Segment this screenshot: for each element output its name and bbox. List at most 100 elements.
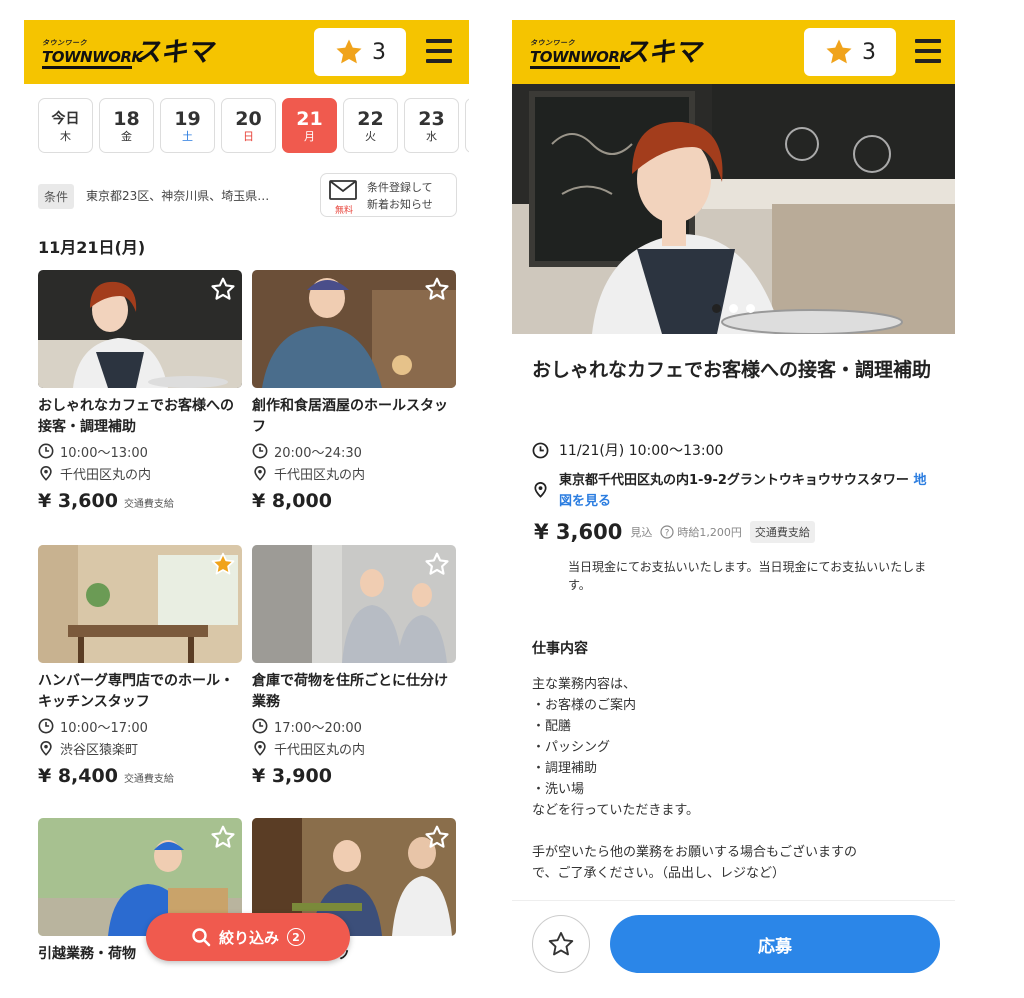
- date-weekday: 金: [121, 129, 132, 143]
- job-card-price-row: ¥ 3,600 交通費支給: [38, 490, 242, 512]
- notify-subscribe-button[interactable]: 無料 条件登録して 新着お知らせ: [320, 173, 457, 217]
- app-header: タウンワーク TOWNWORK スキマ 3: [24, 20, 469, 84]
- conditions-text[interactable]: 東京都23区、神奈川県、埼玉県…: [86, 187, 311, 204]
- job-card-place: 千代田区丸の内: [274, 742, 366, 758]
- job-card-price: ¥ 3,600: [38, 490, 118, 512]
- job-card[interactable]: ハンバーグ専門店でのホール・キッチンスタッフ 10:00〜17:00 渋谷区猿楽町 ¥…: [38, 545, 242, 787]
- location-pin-icon: [254, 741, 266, 756]
- price-estimate-label: 見込: [630, 526, 653, 539]
- job-card-place: 千代田区丸の内: [60, 467, 152, 483]
- star-outline-icon[interactable]: [424, 276, 450, 302]
- job-photo-carousel[interactable]: [512, 84, 955, 334]
- carousel-dot-1[interactable]: [712, 304, 721, 313]
- date-chip-overflow[interactable]: [465, 98, 469, 153]
- transport-tag: 交通費支給: [749, 521, 815, 543]
- carousel-dot-2[interactable]: [729, 304, 738, 313]
- job-card-title: 倉庫で荷物を住所ごとに仕分け業務: [252, 673, 448, 710]
- date-selector: 今日木 18 金 19 土 20 日 21 月 22 火 23 水: [38, 98, 469, 154]
- star-outline-icon[interactable]: [424, 551, 450, 577]
- star-outline-icon: [548, 931, 574, 956]
- date-weekday: 土: [182, 129, 193, 143]
- job-card-time-row: 10:00〜13:00: [38, 442, 242, 461]
- job-card-time-row: 20:00〜24:30: [252, 442, 456, 461]
- hamburger-menu-icon[interactable]: [426, 39, 452, 63]
- job-title: おしゃれなカフェでお客様への接客・調理補助: [532, 359, 932, 381]
- date-number: 今日: [51, 110, 80, 127]
- app-header: タウンワーク TOWNWORK スキマ 3: [512, 20, 955, 84]
- notify-text-line2: 新着お知らせ: [367, 198, 433, 211]
- townwork-sukima-logo[interactable]: タウンワーク TOWNWORK スキマ: [42, 38, 227, 72]
- job-card-time: 17:00〜20:00: [274, 720, 362, 736]
- job-card-place-row: 渋谷区猿楽町: [38, 739, 242, 758]
- filter-button[interactable]: 絞り込み 2: [146, 913, 350, 961]
- date-weekday: 火: [365, 129, 376, 143]
- job-card[interactable]: 創作和食居酒屋のホールスタッフ 20:00〜24:30 千代田区丸の内 ¥ 8,000: [252, 270, 456, 512]
- job-card-time: 10:00〜17:00: [60, 720, 148, 736]
- date-chip[interactable]: 20 日: [221, 98, 276, 153]
- hourly-wage[interactable]: ? 時給1,200円: [660, 524, 742, 540]
- description-line: [532, 821, 942, 842]
- job-card[interactable]: おしゃれなカフェでお客様への接客・調理補助 10:00〜13:00 千代田区丸の内 ¥…: [38, 270, 242, 512]
- clock-icon: [38, 718, 54, 734]
- job-card-price: ¥ 8,400: [38, 765, 118, 787]
- job-card-price-row: ¥ 8,000: [252, 490, 456, 512]
- date-chip[interactable]: 23 水: [404, 98, 459, 153]
- description-line: で、ご了承ください。（品出し、レジなど）: [532, 866, 785, 881]
- job-card-place-row: 千代田区丸の内: [38, 464, 242, 483]
- section-date-heading: 11月21日(月): [38, 238, 146, 257]
- date-chip[interactable]: 21 月: [282, 98, 337, 153]
- townwork-sukima-logo[interactable]: タウンワーク TOWNWORK スキマ: [530, 38, 715, 72]
- svg-text:?: ?: [665, 529, 670, 539]
- job-datetime: 11/21(月) 10:00〜13:00: [559, 443, 724, 459]
- date-weekday: 水: [426, 129, 437, 143]
- location-pin-icon: [40, 466, 52, 481]
- favorites-count-button[interactable]: 3: [804, 28, 896, 76]
- job-photo: [252, 545, 456, 663]
- address-row: 東京都千代田区丸の内1-9-2グラントウキョウサウスタワー 地図を見る: [532, 470, 937, 512]
- star-outline-icon[interactable]: [210, 276, 236, 302]
- logo-sukima: スキマ: [134, 37, 213, 68]
- job-card-time-row: 10:00〜17:00: [38, 717, 242, 736]
- favorite-button[interactable]: [532, 915, 590, 973]
- star-outline-icon[interactable]: [210, 824, 236, 850]
- job-card-place: 千代田区丸の内: [274, 467, 366, 483]
- date-number: 20: [235, 107, 262, 130]
- favorites-count-button[interactable]: 3: [314, 28, 406, 76]
- job-card-transport-note: 交通費支給: [123, 499, 174, 510]
- job-card-time: 10:00〜13:00: [60, 445, 148, 461]
- filter-label: 絞り込み: [218, 928, 279, 947]
- logo-kana: タウンワーク: [530, 39, 575, 47]
- star-filled-icon[interactable]: [210, 551, 236, 577]
- star-outline-icon[interactable]: [424, 824, 450, 850]
- logo-townwork: TOWNWORK: [530, 48, 631, 66]
- carousel-dots[interactable]: [712, 304, 755, 313]
- date-chip[interactable]: 22 火: [343, 98, 398, 153]
- job-card-title: 創作和食居酒屋のホールスタッフ: [252, 398, 448, 435]
- carousel-dot-3[interactable]: [746, 304, 755, 313]
- date-chip[interactable]: 18 金: [99, 98, 154, 153]
- date-weekday: 日: [243, 129, 254, 143]
- description-line: ・調理補助: [532, 761, 598, 776]
- job-card-title: ハンバーグ専門店でのホール・キッチンスタッフ: [38, 673, 234, 710]
- description-line: ・お客様のご案内: [532, 698, 637, 713]
- date-number: 21: [296, 107, 323, 130]
- job-card-price-row: ¥ 8,400 交通費支給: [38, 765, 242, 787]
- job-photo: [252, 270, 456, 388]
- hamburger-menu-icon[interactable]: [915, 39, 941, 63]
- clock-icon: [38, 443, 54, 459]
- date-chip[interactable]: 今日木: [38, 98, 93, 153]
- job-photo: [38, 270, 242, 388]
- description-line: ・パッシング: [532, 740, 611, 755]
- logo-underline: [530, 66, 620, 69]
- date-chip[interactable]: 19 土: [160, 98, 215, 153]
- filter-count-badge: 2: [287, 928, 305, 946]
- job-description-heading: 仕事内容: [532, 641, 588, 657]
- description-line: などを行っていただきます。: [532, 803, 700, 818]
- job-card[interactable]: 倉庫で荷物を住所ごとに仕分け業務 17:00〜20:00 千代田区丸の内 ¥ 3,90…: [252, 545, 456, 787]
- apply-button[interactable]: 応募: [610, 915, 940, 973]
- job-card-time-row: 17:00〜20:00: [252, 717, 456, 736]
- job-list-screen: タウンワーク TOWNWORK スキマ 3 今日木 18 金 19 土 20 日 21 月 22 火…: [24, 20, 469, 980]
- datetime-row: 11/21(月) 10:00〜13:00: [532, 440, 723, 460]
- description-line: 手が空いたら他の業務をお願いする場合もございますの: [532, 845, 858, 860]
- logo-townwork: TOWNWORK: [42, 48, 143, 66]
